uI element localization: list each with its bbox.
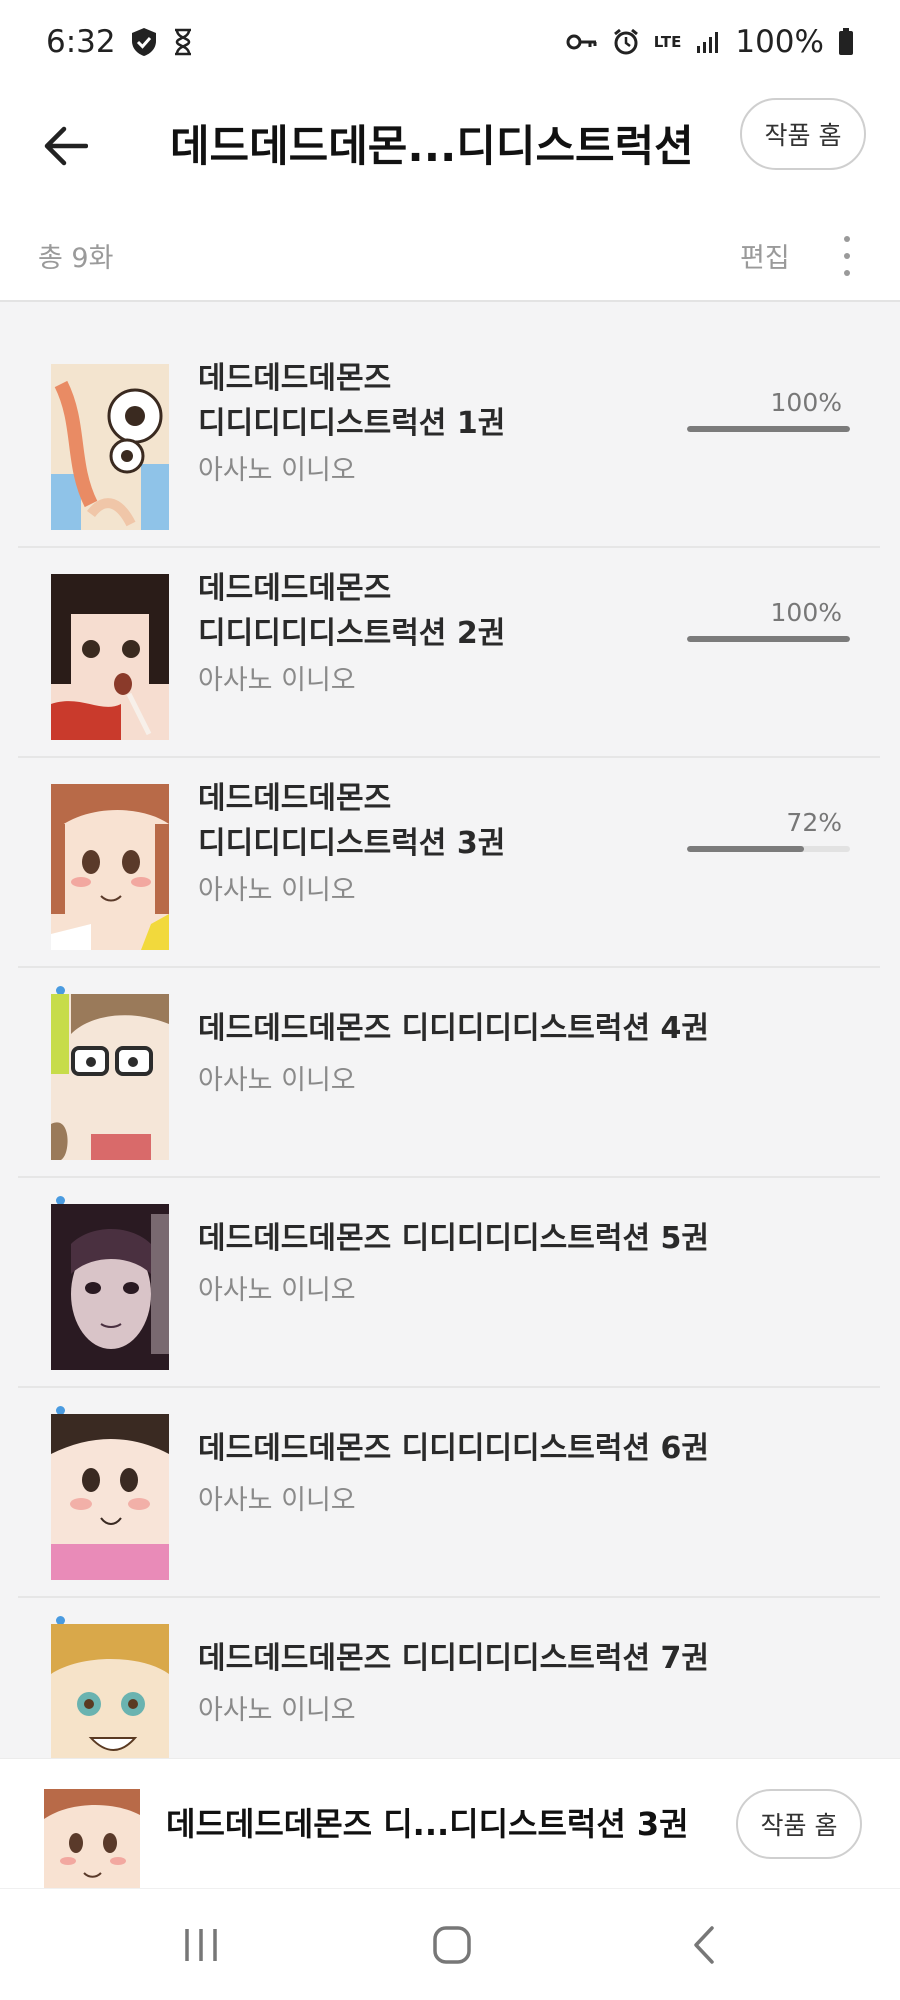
home-icon xyxy=(433,1926,471,1964)
item-author: 아사노 이니오 xyxy=(198,875,356,906)
progress-label: 72% xyxy=(786,808,842,837)
alarm-icon xyxy=(612,28,640,56)
recents-button[interactable] xyxy=(166,1917,236,1973)
progress-label: 100% xyxy=(770,388,842,417)
item-title-line2: 디디디디디스트럭션 2권 xyxy=(198,616,506,651)
progress-label: 100% xyxy=(770,598,842,627)
list-item[interactable]: 데드데드데몬즈 디디디디디스트럭션 7권 아사노 이니오 xyxy=(18,1598,880,1758)
list-toolbar: 총 9화 편집 xyxy=(0,214,900,302)
item-title: 데드데드데몬즈 디디디디디스트럭션 7권 xyxy=(198,1641,709,1676)
list-item[interactable]: 데드데드데몬즈 디디디디디스트럭션 3권 아사노 이니오 72% xyxy=(18,758,880,968)
cover-image xyxy=(51,784,169,950)
status-right: LTE 100% xyxy=(566,24,854,60)
lte-icon: LTE xyxy=(653,33,682,51)
recents-icon xyxy=(185,1929,217,1961)
item-title-line1: 데드데드데몬즈 xyxy=(198,781,392,816)
episode-count: 총 9화 xyxy=(38,243,114,274)
cover-image xyxy=(51,1624,169,1758)
hourglass-icon xyxy=(172,28,194,56)
progress-bar xyxy=(687,426,850,432)
home-button[interactable] xyxy=(417,1917,487,1973)
cover-image xyxy=(51,1414,169,1580)
back-button[interactable] xyxy=(34,114,98,178)
system-nav-bar xyxy=(0,1888,900,2000)
arrow-left-icon xyxy=(44,126,88,166)
mini-work-home-button[interactable]: 작품 홈 xyxy=(736,1789,862,1859)
item-author: 아사노 이니오 xyxy=(198,1485,356,1516)
progress-bar xyxy=(687,846,850,852)
recent-reading-bar[interactable]: 데드데드데몬즈 디...디디스트럭션 3권 작품 홈 xyxy=(0,1758,900,1889)
item-title-line1: 데드데드데몬즈 xyxy=(198,571,392,606)
back-nav-button[interactable] xyxy=(670,1917,740,1973)
item-title-line2: 디디디디디스트럭션 3권 xyxy=(198,826,506,861)
cover-image xyxy=(51,994,169,1160)
battery-percent: 100% xyxy=(735,24,824,60)
signal-icon xyxy=(695,30,721,54)
item-title-line2: 디디디디디스트럭션 1권 xyxy=(198,406,506,441)
shield-check-icon xyxy=(130,27,158,57)
progress-fill xyxy=(687,846,805,852)
progress-fill xyxy=(687,426,850,432)
item-title: 데드데드데몬즈 디디디디디스트럭션 6권 xyxy=(198,1431,709,1466)
more-vertical-icon[interactable] xyxy=(832,230,862,282)
status-left: 6:32 xyxy=(46,24,194,60)
item-author: 아사노 이니오 xyxy=(198,1065,356,1096)
back-chevron-icon xyxy=(694,1926,714,1964)
item-title: 데드데드데몬즈 디디디디디스트럭션 5권 xyxy=(198,1221,709,1256)
volume-list: 데드데드데몬즈 디디디디디스트럭션 1권 아사노 이니오 100% 데드데드데몬… xyxy=(0,302,900,1758)
list-item[interactable]: 데드데드데몬즈 디디디디디스트럭션 1권 아사노 이니오 100% xyxy=(18,338,880,548)
item-author: 아사노 이니오 xyxy=(198,455,356,486)
list-item[interactable]: 데드데드데몬즈 디디디디디스트럭션 6권 아사노 이니오 xyxy=(18,1388,880,1598)
cover-image xyxy=(51,364,169,530)
mini-title: 데드데드데몬즈 디...디디스트럭션 3권 xyxy=(166,1805,689,1843)
list-item[interactable]: 데드데드데몬즈 디디디디디스트럭션 5권 아사노 이니오 xyxy=(18,1178,880,1388)
progress-fill xyxy=(687,636,850,642)
network-type: LTE xyxy=(653,33,682,51)
status-bar: 6:32 LTE 100% xyxy=(0,0,900,84)
item-author: 아사노 이니오 xyxy=(198,665,356,696)
list-item[interactable]: 데드데드데몬즈 디디디디디스트럭션 2권 아사노 이니오 100% xyxy=(18,548,880,758)
status-time: 6:32 xyxy=(46,24,116,60)
battery-icon xyxy=(838,28,854,56)
item-title-line1: 데드데드데몬즈 xyxy=(198,361,392,396)
progress-bar xyxy=(687,636,850,642)
app-bar: 데드데드데몬...디디스트럭션 작품 홈 xyxy=(0,84,900,214)
cover-image xyxy=(51,574,169,740)
page-title: 데드데드데몬...디디스트럭션 xyxy=(170,122,694,172)
mini-cover-image xyxy=(44,1789,140,1889)
item-title: 데드데드데몬즈 디디디디디스트럭션 4권 xyxy=(198,1011,709,1046)
item-author: 아사노 이니오 xyxy=(198,1275,356,1306)
work-home-button[interactable]: 작품 홈 xyxy=(740,98,866,170)
list-item[interactable]: 데드데드데몬즈 디디디디디스트럭션 4권 아사노 이니오 xyxy=(18,968,880,1178)
item-author: 아사노 이니오 xyxy=(198,1695,356,1726)
key-icon xyxy=(566,32,598,52)
edit-button[interactable]: 편집 xyxy=(740,236,790,275)
cover-image xyxy=(51,1204,169,1370)
